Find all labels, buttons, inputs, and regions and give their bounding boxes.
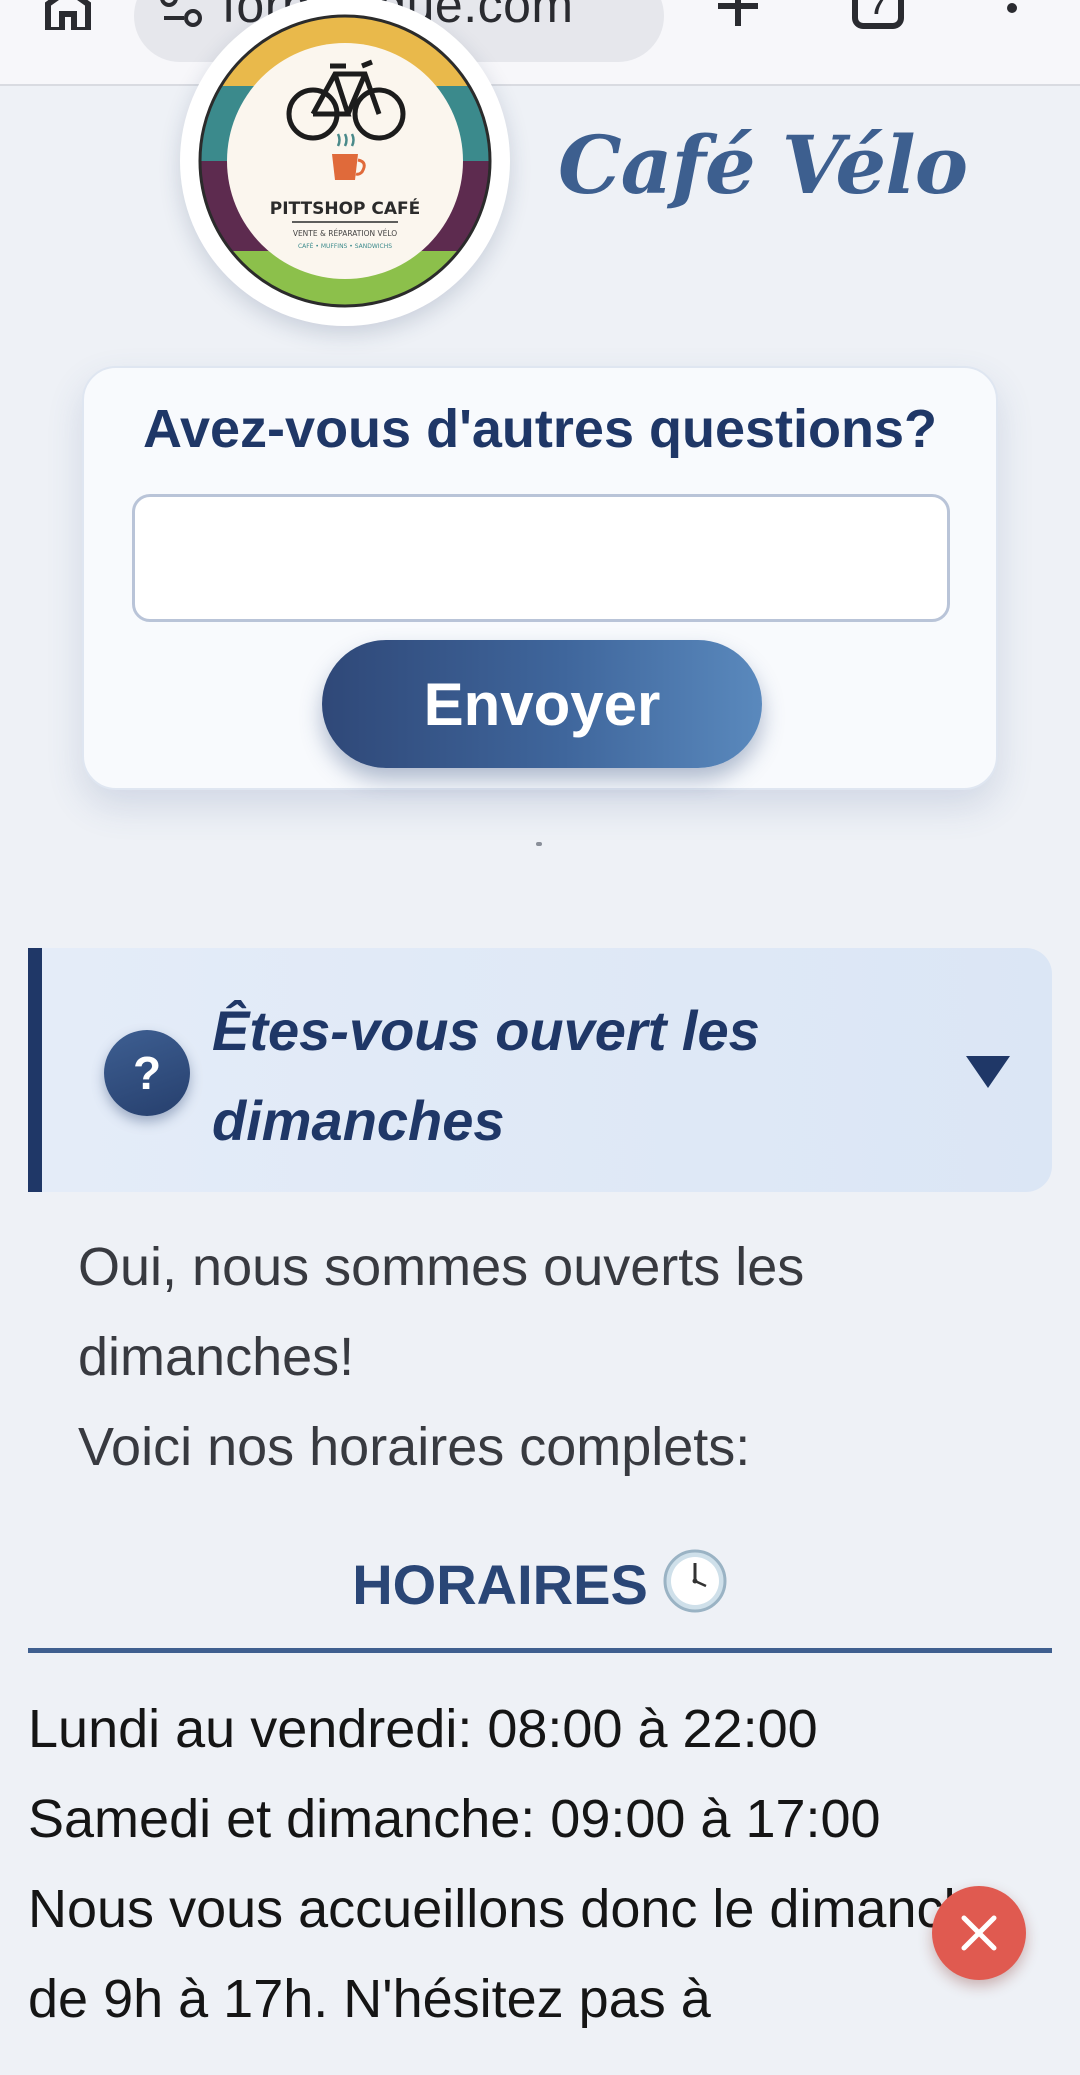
new-tab-icon[interactable]	[714, 0, 762, 30]
hours-line: Nous vous accueillons donc le dimanche d…	[28, 1879, 1004, 2029]
svg-text:VENTE & RÉPARATION VÉLO: VENTE & RÉPARATION VÉLO	[293, 229, 397, 238]
home-icon[interactable]	[44, 0, 92, 30]
faq-answer: Oui, nous sommes ouverts les dimanches! …	[78, 1222, 1018, 1492]
close-icon	[961, 1915, 997, 1951]
chevron-down-icon[interactable]	[966, 1056, 1010, 1088]
browser-toolbar: formatique.com 7	[0, 0, 1080, 86]
question-form-card: Avez-vous d'autres questions? Envoyer	[82, 366, 998, 790]
question-form-title: Avez-vous d'autres questions?	[143, 399, 937, 459]
hours-divider	[28, 1648, 1052, 1653]
svg-text:CAFÉ • MUFFINS • SANDWICHS: CAFÉ • MUFFINS • SANDWICHS	[298, 242, 392, 250]
faq-item[interactable]: ? Êtes-vous ouvert les dimanches	[28, 948, 1052, 1192]
tab-switcher-icon: 7	[852, 0, 904, 29]
faq-question[interactable]: Êtes-vous ouvert les dimanches	[212, 986, 832, 1166]
close-button[interactable]	[932, 1886, 1026, 1980]
submit-button[interactable]: Envoyer	[322, 640, 762, 768]
svg-text:PITTSHOP CAFÉ: PITTSHOP CAFÉ	[270, 197, 421, 219]
hours-heading-text: HORAIRES	[352, 1553, 648, 1616]
hours-text: Lundi au vendredi: 08:00 à 22:00 Samedi …	[28, 1684, 1058, 2044]
hours-line: Samedi et dimanche: 09:00 à 17:00	[28, 1789, 881, 1849]
question-mark-icon: ?	[104, 1030, 190, 1116]
tab-switcher-button[interactable]: 7	[852, 0, 904, 30]
hours-heading: HORAIRES	[0, 1548, 1080, 1617]
clock-icon	[663, 1549, 727, 1613]
faq-answer-line: Oui, nous sommes ouverts les dimanches!	[78, 1237, 805, 1387]
brand-title: Café Vélo	[558, 118, 968, 212]
cursor-mark	[536, 842, 542, 846]
question-input[interactable]	[132, 494, 950, 622]
overflow-menu-icon[interactable]	[1000, 0, 1024, 32]
faq-answer-line: Voici nos horaires complets:	[78, 1417, 751, 1477]
hours-line: Lundi au vendredi: 08:00 à 22:00	[28, 1699, 818, 1759]
pittshop-cafe-logo: PITTSHOP CAFÉ VENTE & RÉPARATION VÉLO CA…	[180, 0, 510, 326]
svg-text:7: 7	[871, 0, 885, 20]
